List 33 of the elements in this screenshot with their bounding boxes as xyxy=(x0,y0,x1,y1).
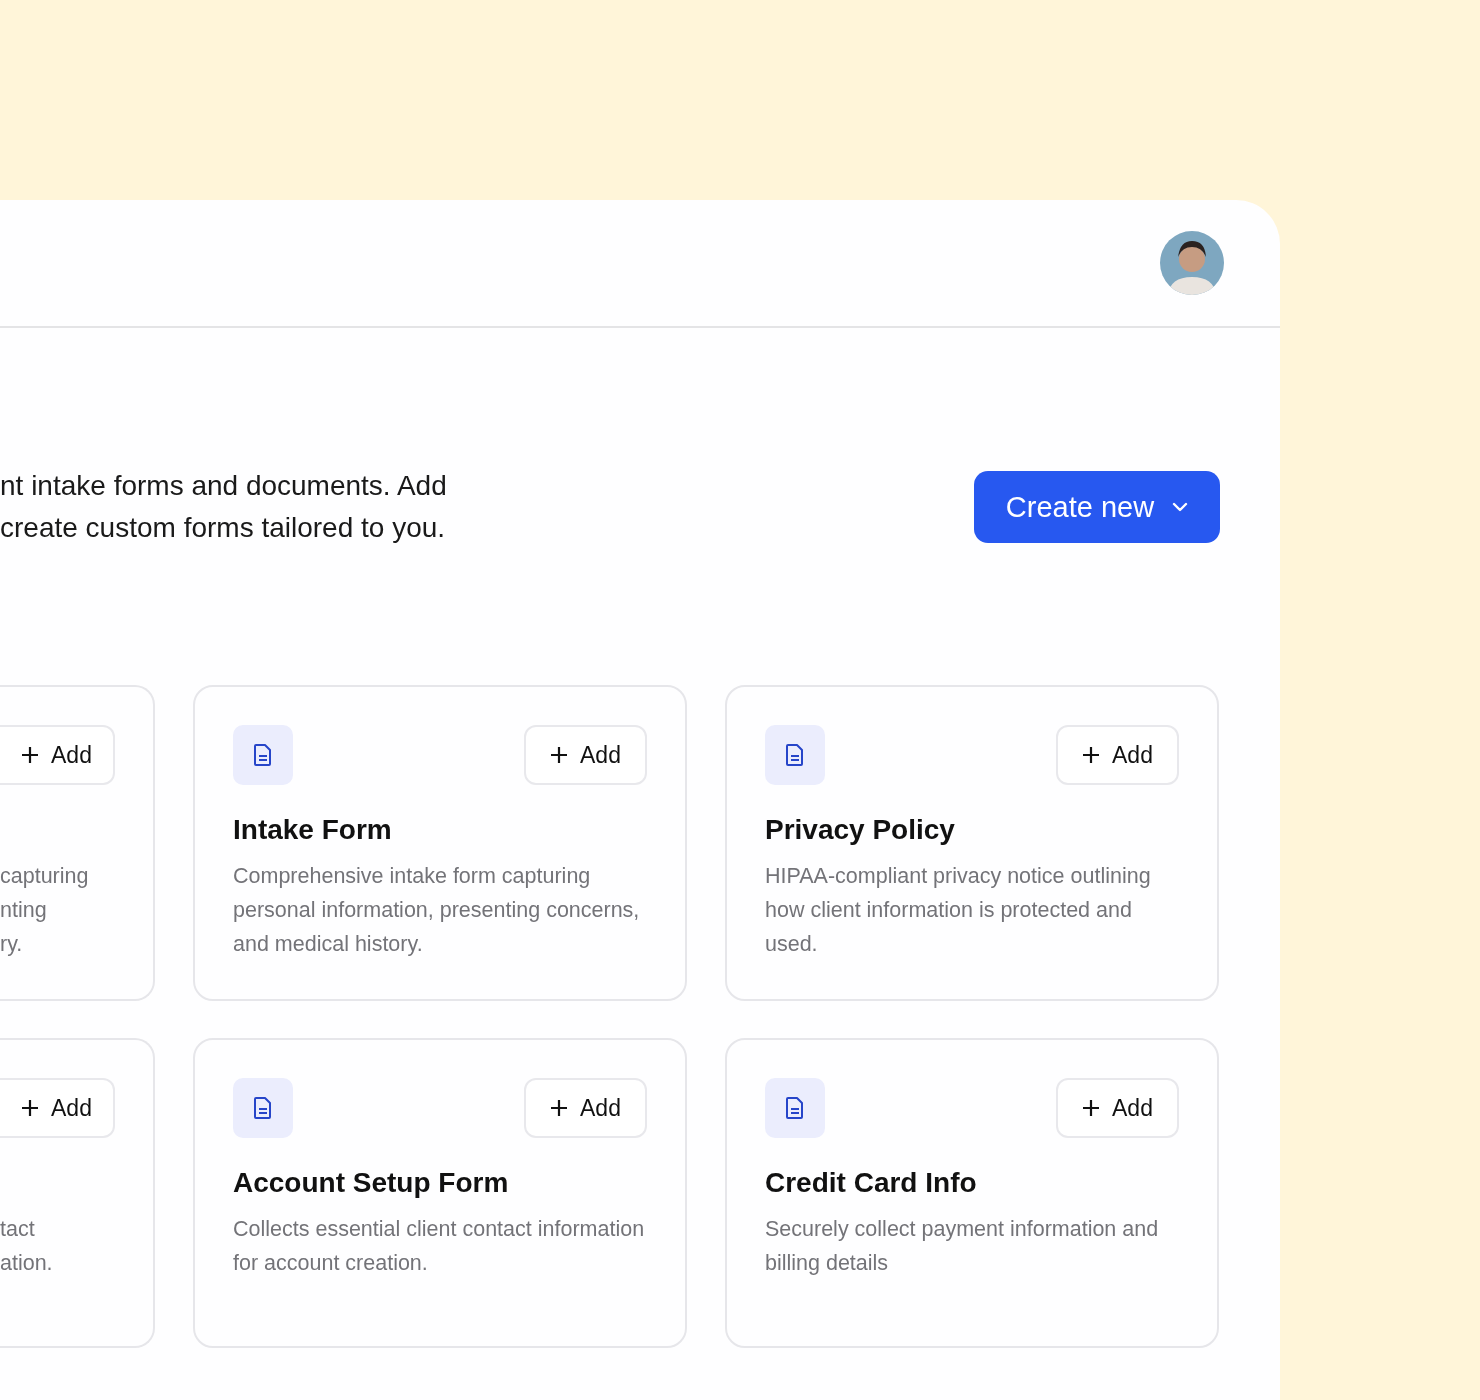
add-button[interactable]: Add xyxy=(0,725,115,785)
card-title: Intake Form xyxy=(233,813,393,847)
intro-text: nt intake forms and documents. Add xyxy=(0,469,447,503)
plus-icon xyxy=(550,746,569,764)
document-icon xyxy=(765,725,825,785)
card-description: Securely collect payment information and billing details xyxy=(765,1216,1160,1277)
card-title: Account Setup Form xyxy=(233,1166,510,1200)
document-icon xyxy=(233,1078,293,1138)
add-button[interactable]: Add xyxy=(0,1078,115,1138)
card-description: ation. xyxy=(0,1250,54,1277)
document-icon xyxy=(233,725,293,785)
card-title: Privacy Policy xyxy=(765,813,956,847)
add-button[interactable]: Add xyxy=(1056,1078,1179,1138)
plus-icon xyxy=(21,746,40,764)
chevron-down-icon xyxy=(1172,502,1189,512)
create-new-button[interactable]: Create new xyxy=(974,471,1220,543)
add-button[interactable]: Add xyxy=(1056,725,1179,785)
card-description: Comprehensive intake form capturing personal information, presenting concerns, and medical history. xyxy=(233,863,641,958)
add-button[interactable]: Add xyxy=(524,725,647,785)
document-icon xyxy=(765,1078,825,1138)
intro-text: create custom forms tailored to you. xyxy=(0,511,447,545)
card-description: ry. xyxy=(0,931,24,958)
card-description: capturing xyxy=(0,863,90,890)
card-description: HIPAA-compliant privacy notice outlining how client information is protected and used. xyxy=(765,863,1152,958)
card-description: nting xyxy=(0,897,48,924)
plus-icon xyxy=(1082,746,1101,764)
plus-icon xyxy=(1082,1099,1101,1117)
add-button[interactable]: Add xyxy=(524,1078,647,1138)
card-description: Collects essential client contact information for account creation. xyxy=(233,1216,646,1277)
card-title: Credit Card Info xyxy=(765,1166,978,1200)
plus-icon xyxy=(550,1099,569,1117)
plus-icon xyxy=(21,1099,40,1117)
card-description: tact xyxy=(0,1216,36,1243)
